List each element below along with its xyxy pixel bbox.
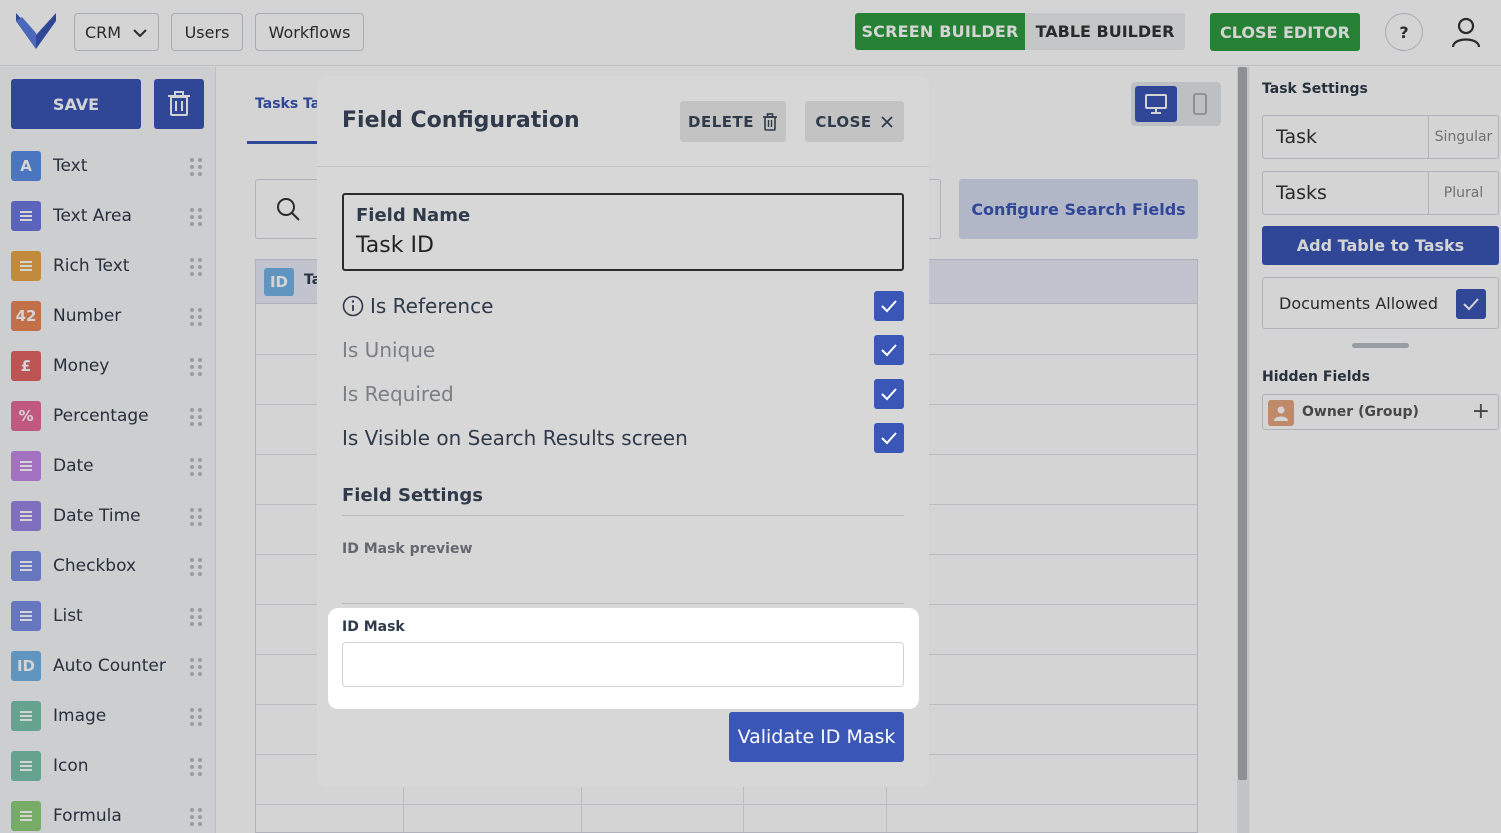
trash-icon <box>762 112 777 131</box>
dialog-header: Field Configuration DELETE CLOSE <box>317 76 929 167</box>
is-reference-checkbox[interactable] <box>874 291 904 321</box>
dialog-title: Field Configuration <box>342 108 580 133</box>
is-visible-search-row: Is Visible on Search Results screen <box>342 423 904 453</box>
is-unique-checkbox[interactable] <box>874 335 904 365</box>
close-dialog-button[interactable]: CLOSE <box>805 101 904 142</box>
is-unique-label: Is Unique <box>342 338 436 362</box>
field-name-label: Field Name <box>356 205 471 226</box>
is-required-row: Is Required <box>342 379 904 409</box>
is-required-checkbox[interactable] <box>874 379 904 409</box>
checkmark-icon <box>881 432 897 445</box>
id-mask-input[interactable] <box>342 642 904 687</box>
checkmark-icon <box>881 300 897 313</box>
field-settings-heading: Field Settings <box>342 485 483 506</box>
delete-label: DELETE <box>688 112 754 131</box>
info-icon[interactable] <box>342 295 364 317</box>
checkmark-icon <box>881 388 897 401</box>
field-name-value: Task ID <box>356 233 434 258</box>
is-reference-label: Is Reference <box>342 294 493 318</box>
id-mask-label: ID Mask <box>342 619 405 635</box>
divider <box>342 603 904 604</box>
field-configuration-dialog: Field Configuration DELETE CLOSE Field N… <box>317 76 929 787</box>
close-icon <box>881 115 893 128</box>
is-visible-search-checkbox[interactable] <box>874 423 904 453</box>
validate-id-mask-button[interactable]: Validate ID Mask <box>729 712 904 762</box>
id-mask-preview-label: ID Mask preview <box>342 541 473 557</box>
delete-field-button[interactable]: DELETE <box>680 101 786 142</box>
is-required-label: Is Required <box>342 382 454 406</box>
checkmark-icon <box>881 344 897 357</box>
is-visible-search-label: Is Visible on Search Results screen <box>342 426 688 450</box>
field-name-input[interactable]: Field Name Task ID <box>342 193 904 271</box>
is-reference-text: Is Reference <box>370 294 494 318</box>
is-unique-row: Is Unique <box>342 335 904 365</box>
is-reference-row: Is Reference <box>342 291 904 321</box>
close-label: CLOSE <box>815 112 872 131</box>
id-mask-section: ID Mask <box>328 608 919 709</box>
divider <box>342 515 904 516</box>
